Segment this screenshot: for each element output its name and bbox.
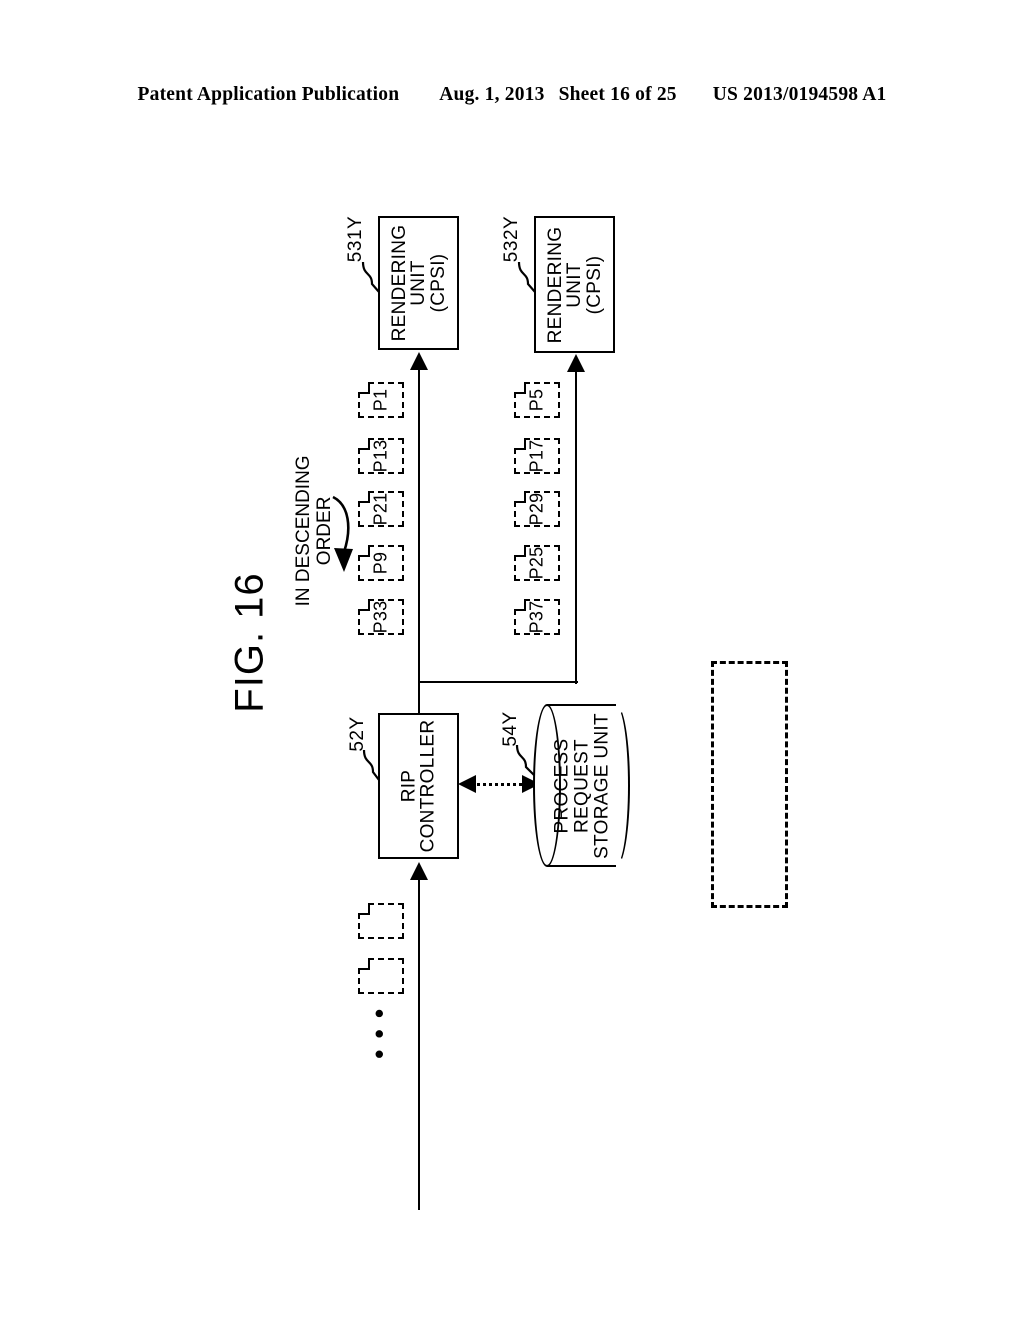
page-label: P17 xyxy=(526,439,547,473)
page-fold-icon xyxy=(358,903,370,915)
queue1-arrowhead xyxy=(410,352,428,370)
rendering-unit-2-leader-line xyxy=(517,261,536,293)
list-item[interactable]: P13 xyxy=(358,438,404,474)
process-request-storage-leader-line xyxy=(515,744,535,776)
list-item[interactable]: P21 xyxy=(358,491,404,527)
list-item[interactable] xyxy=(358,903,404,939)
page-label: P25 xyxy=(526,546,547,580)
page-label: P37 xyxy=(526,600,547,634)
process-request-storage-text: PROCESS REQUEST STORAGE UNIT xyxy=(550,712,612,859)
dispatch-branch-line xyxy=(418,681,578,683)
process-request-storage-line1: PROCESS xyxy=(550,738,572,834)
page-fold-icon xyxy=(358,382,370,394)
rendering-unit-2-ref-number: 532Y xyxy=(501,215,522,263)
rendering-unit-1-leader-line xyxy=(361,261,380,293)
list-item[interactable]: P25 xyxy=(514,545,560,581)
page-header: Patent Application Publication Aug. 1, 20… xyxy=(0,84,1024,106)
rendering-unit-1-box[interactable]: RENDERING UNIT (CPSI) xyxy=(378,216,459,350)
descending-order-annotation: IN DESCENDING ORDER xyxy=(293,441,336,621)
page-fold-icon xyxy=(358,545,370,557)
page-fold-icon xyxy=(358,958,370,970)
figure-label: FIG. 16 xyxy=(227,572,272,713)
input-pages-ellipsis: • • • xyxy=(364,1006,395,1059)
rip-controller-ref-number: 52Y xyxy=(347,716,368,752)
list-item[interactable] xyxy=(358,958,404,994)
rendering-unit-2-text: RENDERING UNIT (CPSI) xyxy=(544,226,605,343)
page-fold-icon xyxy=(514,382,526,394)
rip-storage-link-arrow-left xyxy=(458,775,476,793)
page-label: P5 xyxy=(526,388,547,412)
page-fold-icon xyxy=(514,545,526,557)
page-fold-icon xyxy=(514,491,526,503)
header-sheet-number: Sheet 16 of 25 xyxy=(558,84,677,105)
process-request-storage-line2: REQUEST xyxy=(570,738,592,833)
page-label: P21 xyxy=(370,492,391,526)
rendering-unit-2-box[interactable]: RENDERING UNIT (CPSI) xyxy=(534,216,615,353)
rendering-unit-1-line3: (CPSI) xyxy=(427,253,449,313)
rendering-unit-2-line2: UNIT xyxy=(563,261,585,308)
rip-controller-text: RIP CONTROLLER xyxy=(398,719,439,853)
header-date: Aug. 1, 2013 xyxy=(439,84,545,105)
rendering-unit-2-line1: RENDERING xyxy=(544,226,566,343)
page-label: P9 xyxy=(370,551,391,575)
queue2-spine-line xyxy=(575,372,577,684)
process-request-storage-cylinder[interactable]: PROCESS REQUEST STORAGE UNIT xyxy=(533,704,630,867)
page-fold-icon xyxy=(358,438,370,450)
rip-controller-line1: RIP xyxy=(398,769,420,803)
page-fold-icon xyxy=(358,491,370,503)
rendering-unit-1-ref-number: 531Y xyxy=(345,215,366,263)
page-label: P33 xyxy=(370,600,391,634)
list-item[interactable]: P9 xyxy=(358,545,404,581)
queue2-arrowhead xyxy=(567,354,585,372)
process-request-storage-ref-number: 54Y xyxy=(500,711,521,747)
descending-order-line2: ORDER xyxy=(314,496,335,566)
list-item[interactable]: P1 xyxy=(358,382,404,418)
list-item[interactable]: P5 xyxy=(514,382,560,418)
list-item[interactable]: P37 xyxy=(514,599,560,635)
page-label: P29 xyxy=(526,492,547,526)
page-fold-icon xyxy=(514,599,526,611)
page-fold-icon xyxy=(358,599,370,611)
rip-controller-leader-line xyxy=(362,749,380,781)
queue1-spine-line xyxy=(418,370,420,685)
placeholder-dashed-region xyxy=(711,661,788,908)
page-fold-icon xyxy=(514,438,526,450)
rip-controller-box[interactable]: RIP CONTROLLER xyxy=(378,713,459,859)
page-label: P1 xyxy=(370,388,391,412)
header-patent-number: US 2013/0194598 A1 xyxy=(712,84,887,105)
input-stream-arrowhead xyxy=(410,862,428,880)
dispatch-trunk-line xyxy=(418,681,420,715)
header-publication-title: Patent Application Publication xyxy=(137,84,400,105)
descending-order-line1: IN DESCENDING xyxy=(293,455,315,607)
rendering-unit-1-text: RENDERING UNIT (CPSI) xyxy=(388,224,449,342)
list-item[interactable]: P17 xyxy=(514,438,560,474)
list-item[interactable]: P29 xyxy=(514,491,560,527)
rendering-unit-1-line2: UNIT xyxy=(407,260,429,306)
descending-order-curved-arrow xyxy=(332,495,353,572)
input-stream-line xyxy=(418,880,420,1210)
process-request-storage-line3: STORAGE UNIT xyxy=(590,712,612,859)
rendering-unit-1-line1: RENDERING xyxy=(388,224,410,342)
page-label: P13 xyxy=(370,439,391,473)
list-item[interactable]: P33 xyxy=(358,599,404,635)
rendering-unit-2-line3: (CPSI) xyxy=(583,255,605,314)
patent-figure-page: Patent Application Publication Aug. 1, 20… xyxy=(0,0,1024,1320)
rip-controller-line2: CONTROLLER xyxy=(417,719,439,853)
